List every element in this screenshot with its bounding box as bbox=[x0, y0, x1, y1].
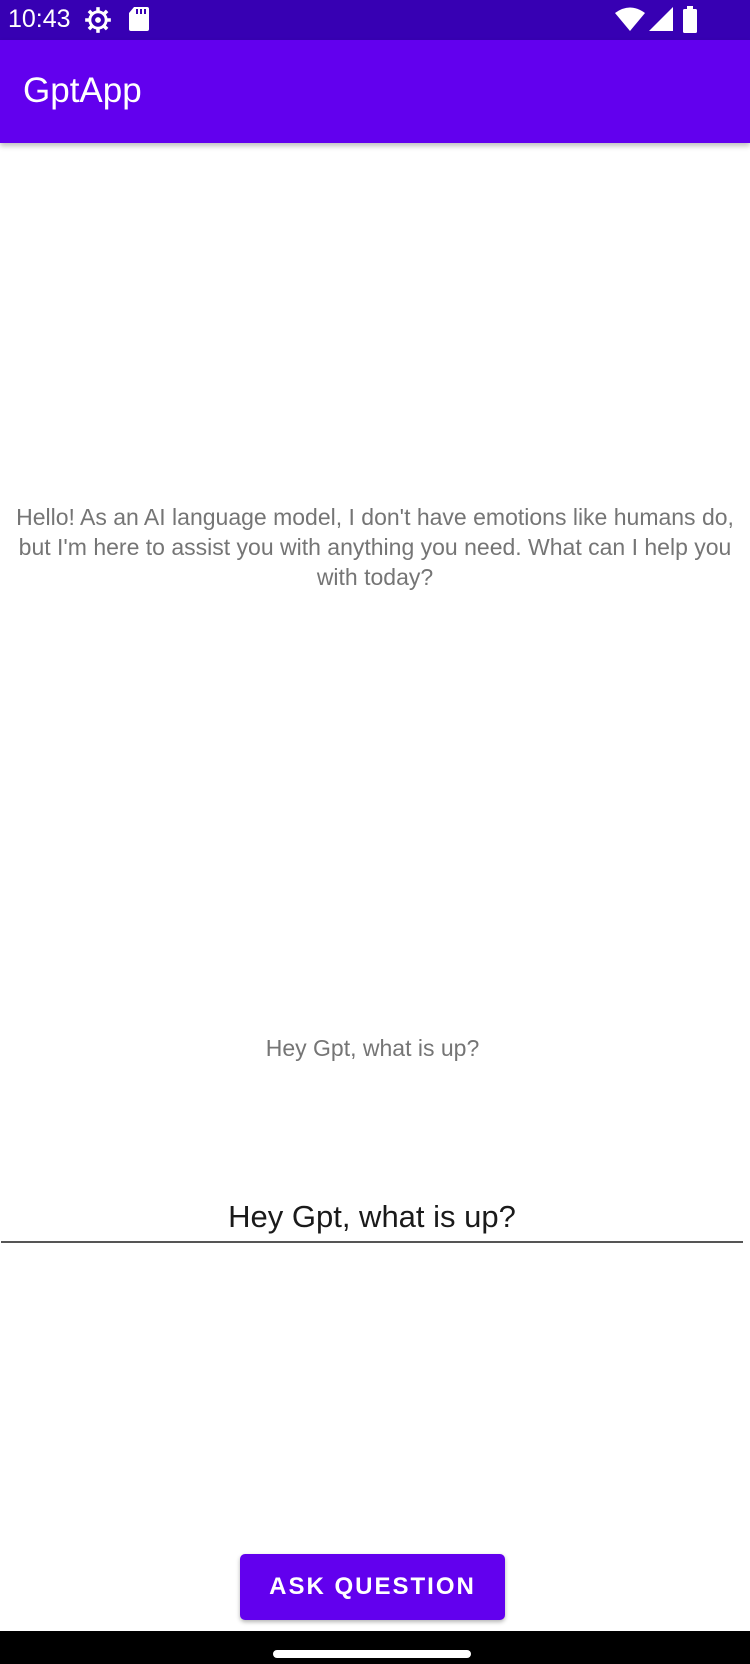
app-bar: GptApp bbox=[0, 40, 750, 143]
settings-gear-icon bbox=[85, 7, 111, 33]
gpt-response-text: Hello! As an AI language model, I don't … bbox=[16, 504, 734, 590]
home-gesture-handle[interactable] bbox=[273, 1650, 471, 1658]
app-title: GptApp bbox=[23, 71, 142, 110]
question-input[interactable] bbox=[1, 1193, 743, 1243]
cell-signal-icon bbox=[649, 7, 673, 31]
status-bar: 10:43 bbox=[0, 0, 750, 40]
sd-card-icon bbox=[129, 7, 149, 31]
asked-question-text: Hey Gpt, what is up? bbox=[265, 1035, 480, 1061]
ask-question-button[interactable]: ASK QUESTION bbox=[240, 1554, 505, 1620]
wifi-icon bbox=[615, 7, 645, 31]
status-time: 10:43 bbox=[8, 5, 71, 33]
navigation-bar bbox=[0, 1631, 750, 1664]
app-screen: 10:43 GptApp Hello! As an AI language mo… bbox=[0, 0, 750, 1664]
battery-icon bbox=[683, 6, 697, 33]
